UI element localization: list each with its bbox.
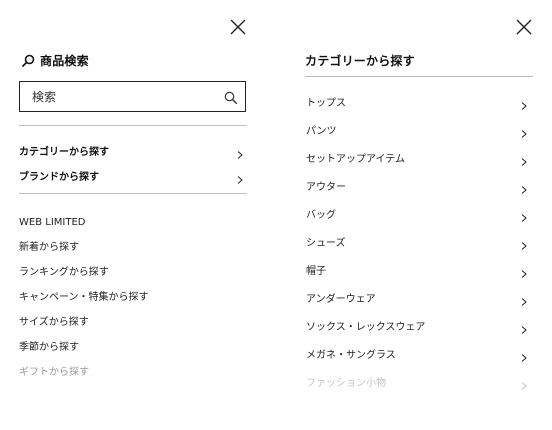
search-submit-button[interactable] (224, 90, 238, 105)
link-campaign[interactable]: キャンペーン・特集から探す (19, 285, 149, 303)
category-label: セットアップアイテム (306, 153, 405, 165)
nav-link-label: カテゴリーから探す (19, 146, 109, 158)
divider (19, 125, 247, 126)
link-label: ランキングから探す (19, 267, 109, 278)
category-item-bags[interactable]: バッグ (306, 204, 528, 222)
category-label: シューズ (306, 237, 346, 249)
search-heading: 商品検索 (40, 54, 89, 68)
link-label: ギフトから探す (19, 367, 89, 378)
chevron-right-icon (520, 320, 528, 334)
divider (305, 76, 533, 77)
link-label: 季節から探す (19, 342, 79, 353)
chevron-right-icon (520, 152, 528, 166)
category-label: 帽子 (306, 265, 326, 277)
category-label: ファッション小物 (306, 377, 386, 389)
category-item-shoes[interactable]: シューズ (306, 232, 528, 250)
chevron-right-icon (520, 348, 528, 362)
search-icon (20, 53, 36, 69)
close-search-button[interactable] (227, 16, 249, 38)
chevron-right-icon (520, 208, 528, 222)
category-label: バッグ (306, 209, 336, 221)
chevron-right-icon (520, 376, 528, 390)
divider (19, 193, 247, 194)
link-gift[interactable]: ギフトから探す (19, 360, 89, 378)
category-item-socks[interactable]: ソックス・レックスウェア (306, 316, 528, 334)
link-size[interactable]: サイズから探す (19, 310, 89, 328)
chevron-right-icon (520, 236, 528, 250)
search-icon (224, 91, 238, 105)
category-item-underwear[interactable]: アンダーウェア (306, 288, 528, 306)
search-panel: 商品検索 カテゴリーから探す ブランドから探す WEB LIMITED 新着から… (0, 0, 276, 430)
link-web-limited[interactable]: WEB LIMITED (19, 210, 86, 228)
category-panel: カテゴリーから探す トップス パンツ セットアップアイテム アウター バッグ シ… (276, 0, 552, 430)
close-icon (230, 19, 246, 35)
chevron-right-icon (520, 180, 528, 194)
chevron-right-icon (236, 170, 244, 184)
chevron-right-icon (520, 124, 528, 138)
search-box (19, 81, 246, 112)
link-season[interactable]: 季節から探す (19, 335, 79, 353)
category-label: アウター (306, 181, 346, 193)
link-label: キャンペーン・特集から探す (19, 292, 149, 303)
close-category-button[interactable] (513, 16, 535, 38)
close-icon (516, 19, 532, 35)
nav-link-brand[interactable]: ブランドから探す (19, 166, 244, 184)
link-label: サイズから探す (19, 317, 89, 328)
category-label: ソックス・レックスウェア (306, 321, 426, 333)
chevron-right-icon (520, 96, 528, 110)
chevron-right-icon (520, 292, 528, 306)
search-section-title: 商品検索 (20, 52, 89, 69)
search-input[interactable] (32, 89, 212, 105)
link-ranking[interactable]: ランキングから探す (19, 260, 109, 278)
category-item-eyewear[interactable]: メガネ・サングラス (306, 344, 528, 362)
nav-link-label: ブランドから探す (19, 171, 99, 183)
nav-link-category[interactable]: カテゴリーから探す (19, 141, 244, 159)
category-item-setup[interactable]: セットアップアイテム (306, 148, 528, 166)
category-item-outer[interactable]: アウター (306, 176, 528, 194)
chevron-right-icon (236, 145, 244, 159)
category-label: トップス (306, 97, 346, 109)
category-item-accessories[interactable]: ファッション小物 (306, 372, 528, 390)
category-heading: カテゴリーから探す (305, 54, 415, 68)
category-label: パンツ (306, 125, 337, 137)
category-item-tops[interactable]: トップス (306, 92, 528, 110)
chevron-right-icon (520, 264, 528, 278)
category-label: アンダーウェア (306, 293, 376, 305)
link-label: 新着から探す (19, 242, 79, 253)
category-label: メガネ・サングラス (306, 349, 396, 361)
category-item-hats[interactable]: 帽子 (306, 260, 528, 278)
category-item-pants[interactable]: パンツ (306, 120, 528, 138)
link-new-arrivals[interactable]: 新着から探す (19, 235, 79, 253)
link-label: WEB LIMITED (19, 217, 86, 228)
